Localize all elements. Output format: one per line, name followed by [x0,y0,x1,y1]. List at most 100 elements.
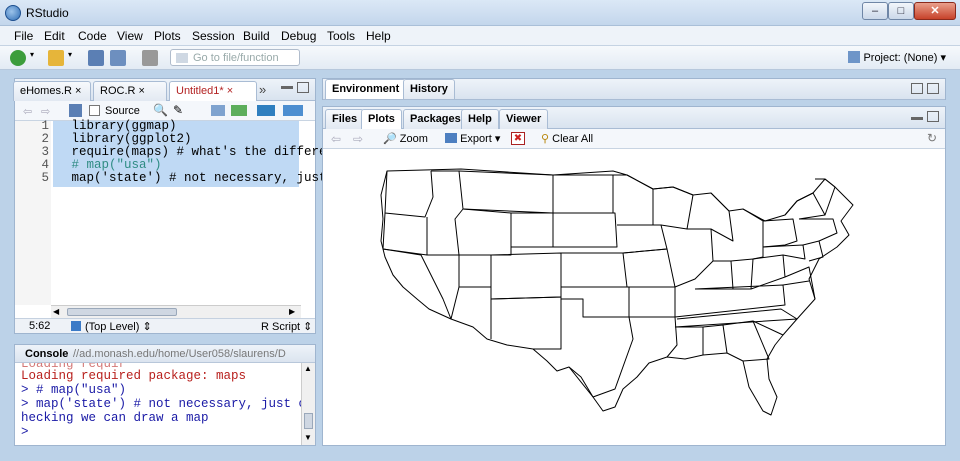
state-border [561,286,630,318]
state-border [490,252,562,300]
tab-packages[interactable]: Packages [403,109,468,129]
zoom-button[interactable]: 🔎 Zoom [383,132,428,145]
run-lines-icon[interactable] [211,105,225,116]
state-border [553,174,614,214]
open-folder-icon[interactable] [48,50,64,66]
tab-files[interactable]: Files [325,109,365,129]
scroll-up-icon[interactable]: ▲ [304,364,312,373]
maximize-pane-icon[interactable] [927,83,939,94]
export-button[interactable]: Export ▾ [445,132,500,145]
maximize-pane-icon[interactable] [297,82,309,93]
code-line[interactable]: # map("usa") [72,158,162,172]
tab-history[interactable]: History [403,79,455,99]
minimize-pane-icon[interactable] [911,117,923,120]
export-icon [445,133,457,143]
state-border [710,192,734,242]
menu-session[interactable]: Session [192,29,235,43]
code-line[interactable]: map('state') # not necessary, just [72,171,327,185]
scrollbar-thumb[interactable] [304,413,313,429]
source-on-save-checkbox[interactable] [89,105,100,116]
save-icon[interactable] [69,104,82,117]
project-icon [848,51,861,63]
state-border [382,212,428,256]
print-icon[interactable] [142,50,158,66]
menu-plots[interactable]: Plots [154,29,181,43]
save-all-icon[interactable] [110,50,126,66]
tab-ehomes[interactable]: eHomes.R × [13,81,91,101]
code-line[interactable]: library(ggmap) [72,119,177,133]
state-border [427,254,460,320]
menu-build[interactable]: Build [243,29,270,43]
refresh-icon[interactable]: ↻ [927,131,937,145]
state-border [815,178,836,216]
file-type-selector[interactable]: R Script ⇕ [261,320,312,333]
new-file-icon[interactable] [10,50,26,66]
menu-file[interactable]: File [14,29,33,43]
restore-pane-icon[interactable] [927,111,939,122]
scrollbar-thumb[interactable] [67,308,177,316]
tab-untitled1[interactable]: Untitled1* × [169,81,257,102]
source-menu-icon[interactable] [283,105,303,116]
state-border [730,258,754,290]
state-border [629,286,676,318]
chevron-down-icon[interactable]: ▾ [30,50,38,66]
tab-roc[interactable]: ROC.R × [93,81,167,101]
console-scrollbar[interactable]: ▲ ▼ [301,363,315,445]
state-border [553,212,618,248]
rerun-icon[interactable] [231,105,247,116]
menu-tools[interactable]: Tools [327,29,355,43]
state-border [568,316,634,398]
scroll-down-icon[interactable]: ▼ [304,433,312,442]
clear-all-button[interactable]: ⚲ Clear All [541,132,593,145]
scroll-left-icon[interactable]: ◀ [53,307,59,316]
menu-code[interactable]: Code [78,29,107,43]
state-border [674,284,786,318]
scope-selector[interactable]: (Top Level) ⇕ [85,320,152,333]
back-arrow-icon[interactable]: ⇦ [23,105,32,118]
close-button[interactable]: ✕ [914,2,956,20]
state-border [802,240,824,262]
save-icon[interactable] [88,50,104,66]
chevron-down-icon[interactable]: ▾ [68,50,76,66]
main-toolbar: ▾ ▾ Go to file/function Project: (None) … [0,46,960,70]
code-line[interactable]: require(maps) # what's the differe [72,145,327,159]
minimize-button[interactable]: – [862,2,888,20]
environment-pane: Environment History [322,78,946,100]
horizontal-scrollbar[interactable]: ◀ ▶ [51,305,301,318]
magic-wand-icon[interactable]: ✎ [173,103,183,117]
search-icon[interactable]: 🔍 [153,103,168,117]
forward-arrow-icon[interactable]: ⇨ [41,105,50,118]
project-menu[interactable]: Project: (None) ▾ [848,51,946,64]
line-number: 5 [41,171,49,185]
state-border [459,286,492,339]
menu-edit[interactable]: Edit [44,29,65,43]
zoom-icon: 🔎 [383,133,397,145]
menu-view[interactable]: View [117,29,143,43]
menu-debug[interactable]: Debug [281,29,316,43]
previous-plot-icon[interactable]: ⇦ [331,132,341,146]
menu-help[interactable]: Help [366,29,391,43]
console-line: Loading required package: maps [21,369,247,383]
scroll-right-icon[interactable]: ▶ [289,307,295,316]
state-border [742,208,764,260]
tab-viewer[interactable]: Viewer [499,109,549,129]
tab-help[interactable]: Help [461,109,499,129]
code-line[interactable]: library(ggplot2) [72,132,192,146]
minimize-pane-icon[interactable] [281,86,293,89]
tab-environment[interactable]: Environment [325,79,407,99]
source-icon[interactable] [257,105,275,116]
state-border [613,174,654,226]
console-line: > # map("usa") [21,383,127,397]
broom-icon: ⚲ [541,133,550,145]
restore-pane-icon[interactable] [911,83,923,94]
console-output[interactable]: Loading requir Loading required package:… [15,363,301,445]
state-border [458,170,554,214]
next-plot-icon[interactable]: ⇨ [353,132,363,146]
maximize-button[interactable]: □ [888,2,914,20]
tab-label: Untitled1* [176,85,224,97]
tab-plots[interactable]: Plots [361,109,402,130]
console-prompt[interactable]: > [21,425,36,439]
more-tabs-icon[interactable]: » [259,82,266,97]
goto-file-input[interactable]: Go to file/function [170,49,300,66]
remove-plot-icon[interactable]: ✖ [511,132,525,145]
